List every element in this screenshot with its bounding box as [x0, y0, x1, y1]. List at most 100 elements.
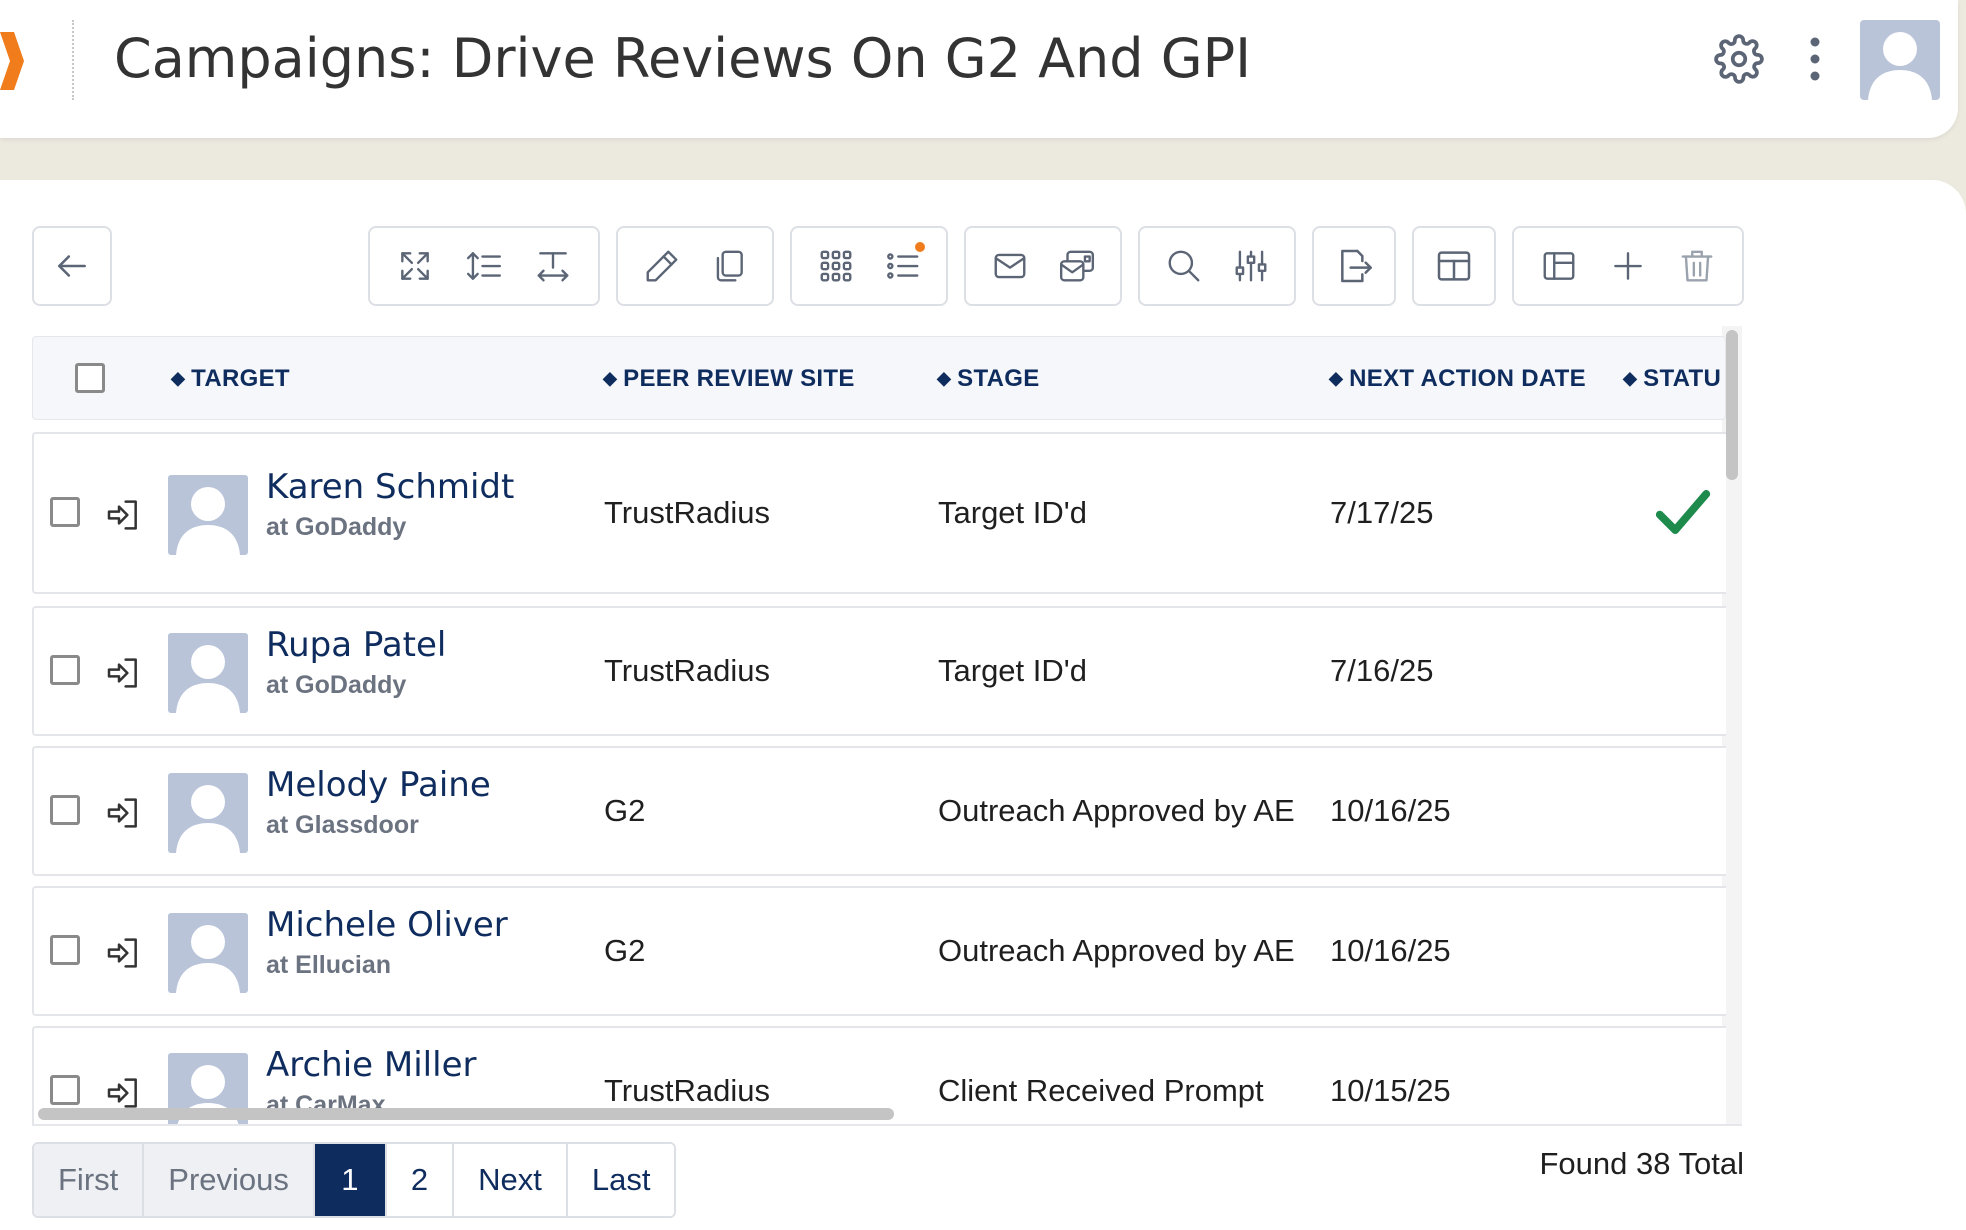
pencil-icon — [646, 250, 677, 282]
select-all-checkbox[interactable] — [75, 363, 105, 393]
list-view-button[interactable] — [873, 236, 933, 296]
pagination: First Previous 1 2 Next Last — [32, 1142, 677, 1218]
export-button[interactable] — [1312, 226, 1396, 306]
avatar — [168, 913, 248, 993]
page-title: Campaigns: Drive Reviews On G2 And GPI — [114, 27, 1252, 90]
toolbar-group-manage — [1512, 226, 1744, 306]
row-checkbox[interactable] — [50, 935, 80, 965]
brand-logo-icon — [0, 32, 24, 90]
back-button[interactable] — [32, 226, 112, 306]
table-row[interactable]: Karen Schmidt at GoDaddy TrustRadius Tar… — [32, 432, 1726, 594]
page-1-button[interactable]: 1 — [314, 1144, 387, 1216]
trash-icon — [1681, 250, 1713, 282]
next-action-date-cell: 10/16/25 — [1330, 793, 1451, 828]
mail-merge-button[interactable] — [1047, 236, 1107, 296]
edit-button[interactable] — [632, 236, 692, 296]
list-icon — [886, 253, 918, 279]
sort-icon: ◆ — [937, 368, 952, 388]
copy-icon — [716, 250, 743, 282]
target-name-link[interactable]: Karen Schmidt — [266, 467, 514, 507]
row-checkbox[interactable] — [50, 497, 80, 527]
peer-review-site-cell: G2 — [604, 793, 646, 828]
first-page-button[interactable]: First — [34, 1144, 145, 1216]
search-button[interactable] — [1154, 236, 1214, 296]
row-height-button[interactable] — [454, 236, 514, 296]
open-record-icon[interactable] — [104, 793, 144, 833]
expand-button[interactable] — [385, 236, 445, 296]
vertical-scrollbar-thumb[interactable] — [1726, 330, 1738, 480]
last-page-button[interactable]: Last — [567, 1144, 675, 1216]
open-record-icon[interactable] — [104, 495, 144, 535]
peer-review-site-cell: TrustRadius — [604, 1073, 770, 1108]
table-row[interactable]: Michele Oliver at Ellucian G2 Outreach A… — [32, 886, 1726, 1016]
avatar — [168, 773, 248, 853]
target-name-link[interactable]: Melody Paine — [266, 765, 491, 805]
results-count: Found 38 Total — [1539, 1146, 1744, 1181]
layout-button[interactable] — [1412, 226, 1496, 306]
table-row[interactable]: Rupa Patel at GoDaddy TrustRadius Target… — [32, 606, 1726, 736]
gear-icon[interactable] — [1712, 32, 1766, 86]
top-bar: Campaigns: Drive Reviews On G2 And GPI — [0, 0, 1958, 138]
open-record-icon[interactable] — [104, 933, 144, 973]
table-header: ◆ TARGET ◆ PEER REVIEW SITE ◆ STAGE ◆ NEXT A… — [32, 336, 1726, 420]
target-name-link[interactable]: Michele Oliver — [266, 905, 508, 945]
row-checkbox[interactable] — [50, 795, 80, 825]
layout-icon — [1437, 251, 1471, 281]
target-company: at GoDaddy — [266, 513, 407, 541]
grid-view-button[interactable] — [806, 236, 866, 296]
open-record-icon[interactable] — [104, 653, 144, 693]
row-checkbox[interactable] — [50, 1075, 80, 1105]
avatar — [168, 633, 248, 713]
sort-icon: ◆ — [1623, 368, 1638, 388]
table-row[interactable]: Melody Paine at Glassdoor G2 Outreach Ap… — [32, 746, 1726, 876]
line-height-icon — [466, 252, 502, 280]
page-2-button[interactable]: 2 — [386, 1144, 455, 1216]
target-name-link[interactable]: Archie Miller — [266, 1045, 476, 1085]
email-button[interactable] — [980, 236, 1040, 296]
previous-page-button[interactable]: Previous — [144, 1144, 315, 1216]
column-width-button[interactable] — [523, 236, 583, 296]
table-bottom-divider — [32, 1124, 1742, 1126]
arrow-left-icon — [58, 255, 86, 277]
column-header-next-action-date[interactable]: ◆ NEXT ACTION DATE — [1329, 365, 1586, 393]
copy-button[interactable] — [699, 236, 759, 296]
column-header-peer-review-site[interactable]: ◆ PEER REVIEW SITE — [603, 365, 855, 393]
check-icon — [1655, 490, 1711, 534]
sort-icon: ◆ — [171, 368, 186, 388]
peer-review-site-cell: TrustRadius — [604, 653, 770, 688]
stage-cell: Outreach Approved by AE — [938, 933, 1295, 968]
target-company: at Ellucian — [266, 951, 392, 979]
row-checkbox[interactable] — [50, 655, 80, 685]
results-table: ◆ TARGET ◆ PEER REVIEW SITE ◆ STAGE ◆ NEXT A… — [32, 336, 1742, 1126]
title-divider — [72, 20, 74, 100]
next-action-date-cell: 7/16/25 — [1330, 653, 1434, 688]
open-record-icon[interactable] — [104, 1073, 144, 1113]
next-page-button[interactable]: Next — [454, 1144, 568, 1216]
mail-icon — [994, 253, 1025, 279]
delete-button[interactable] — [1667, 236, 1727, 296]
target-name-link[interactable]: Rupa Patel — [266, 625, 446, 665]
column-header-stage[interactable]: ◆ STAGE — [937, 365, 1040, 393]
next-action-date-cell: 7/17/25 — [1330, 495, 1434, 530]
target-company: at GoDaddy — [266, 671, 407, 699]
add-button[interactable] — [1598, 236, 1658, 296]
stage-cell: Client Received Prompt — [938, 1073, 1264, 1108]
text-width-icon — [537, 252, 569, 282]
more-options-icon[interactable] — [1788, 32, 1842, 86]
export-icon — [1341, 249, 1372, 283]
filter-button[interactable] — [1221, 236, 1281, 296]
column-header-target[interactable]: ◆ TARGET — [171, 365, 290, 393]
user-avatar[interactable] — [1860, 20, 1940, 100]
plus-icon — [1614, 252, 1642, 280]
next-action-date-cell: 10/16/25 — [1330, 933, 1451, 968]
horizontal-scrollbar-thumb[interactable] — [38, 1108, 894, 1120]
toolbar-group-search — [1138, 226, 1296, 306]
panel-button[interactable] — [1529, 236, 1589, 296]
avatar — [168, 475, 248, 555]
sort-icon: ◆ — [1329, 368, 1344, 388]
stage-cell: Target ID'd — [938, 653, 1087, 688]
column-header-status[interactable]: ◆ STATU — [1623, 365, 1721, 393]
mail-cards-icon — [1059, 250, 1094, 282]
expand-icon — [400, 252, 429, 280]
stage-cell: Outreach Approved by AE — [938, 793, 1295, 828]
